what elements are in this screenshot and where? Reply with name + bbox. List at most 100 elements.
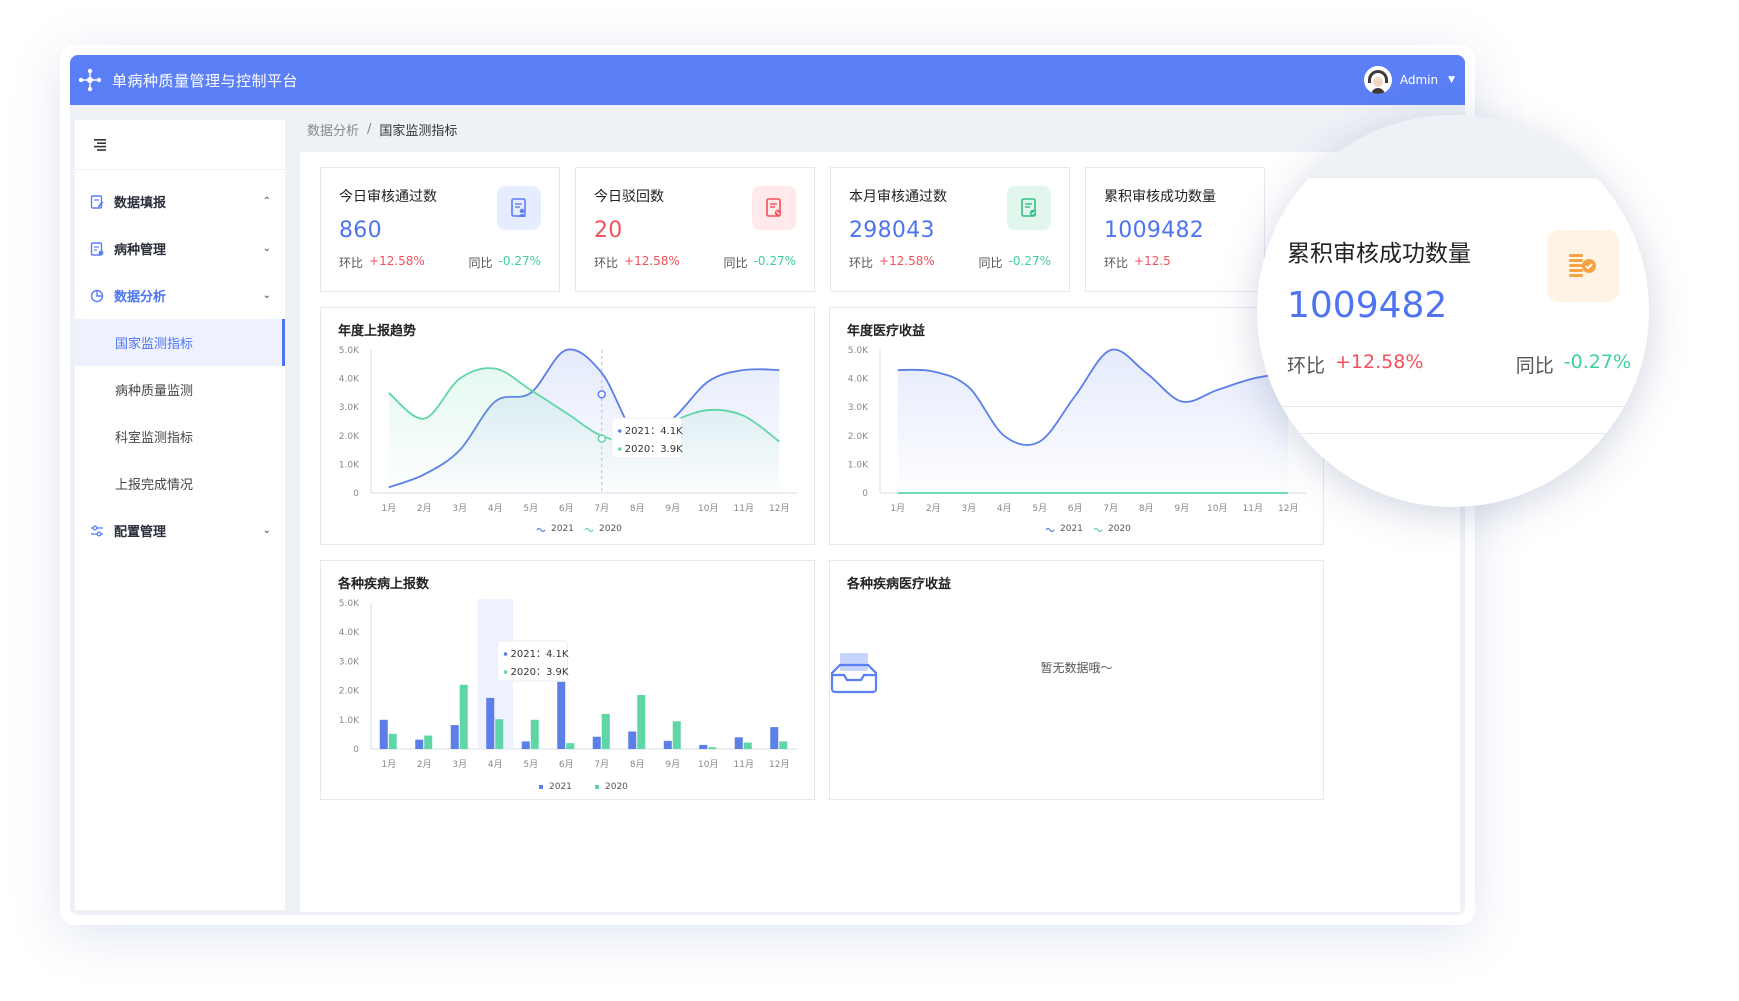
avatar[interactable] <box>1363 66 1392 94</box>
sidebar-toggle[interactable] <box>75 120 285 170</box>
magnified-stat-title: 累积审核成功数量 <box>1287 241 1471 267</box>
app-surface: 单病种质量管理与控制平台 Admin ▼ 数据填报 ⌃ 病种管理 ⌄ 数据分析 … <box>70 55 1465 915</box>
mom-value: +12.58% <box>369 254 425 268</box>
sidebar-item-configuration[interactable]: 配置管理 ⌄ <box>75 507 285 554</box>
disease-reports-chart[interactable]: 0 1.0K 2.0K 3.0K 4.0K 5.0K 1月 2月 3月 4月 5月 6月 7月 8月 9月 1… <box>321 561 816 801</box>
stat-card-today-rejected: 今日驳回数 20 环比 +12.58% 同比 -0.27% <box>575 167 815 292</box>
annual-income-chart[interactable]: 0 1.0K 2.0K 3.0K 4.0K 5.0K 1月 2月 3月 4月 5月 6月 7月 8月 9月 1… <box>830 308 1325 546</box>
yoy-value: -0.27% <box>498 254 541 268</box>
chart-title: 各种疾病医疗收益 <box>847 577 952 592</box>
y-tick-label: 1.0K <box>339 716 360 726</box>
chevron-down-icon: ⌄ <box>262 525 271 536</box>
legend-label: 2020 <box>605 782 628 792</box>
magnified-compare-row: 环比 +12.58% 同比 -0.27% <box>1287 351 1631 378</box>
bar-2020 <box>672 721 681 749</box>
bar-2021 <box>450 725 459 749</box>
sidebar-subitem-disease-quality[interactable]: 病种质量监测 <box>75 366 285 413</box>
empty-inbox-icon <box>830 653 878 694</box>
tooltip-point-2021 <box>597 390 606 399</box>
caret-down-icon[interactable]: ▼ <box>1448 75 1455 85</box>
bar-2021 <box>770 727 779 749</box>
tooltip-line: 2021：4.1K <box>511 649 569 660</box>
yoy-label: 同比 <box>1515 355 1554 377</box>
y-tick-label: 3.0K <box>339 657 360 667</box>
stat-value: 1009482 <box>1104 218 1205 243</box>
stat-card-month-approved: 本月审核通过数 298043 环比 +12.58% 同比 -0.27% <box>830 167 1070 292</box>
x-tick-label: 5月 <box>523 759 538 770</box>
x-tick-label: 12月 <box>769 503 789 514</box>
bar-2020 <box>530 719 539 749</box>
user-name[interactable]: Admin <box>1400 73 1438 87</box>
x-tick-label: 12月 <box>769 759 789 770</box>
breadcrumb: 数据分析 / 国家监测指标 <box>307 119 457 139</box>
sidebar-subitem-national-indicators[interactable]: 国家监测指标 <box>75 319 285 366</box>
y-tick-label: 5.0K <box>339 346 360 356</box>
x-tick-label: 10月 <box>1207 503 1227 514</box>
x-tick-label: 6月 <box>559 759 574 770</box>
mom-value: +12.58% <box>624 254 680 268</box>
sidebar-subitem-report-completion[interactable]: 上报完成情况 <box>75 460 285 507</box>
top-header: 单病种质量管理与控制平台 Admin ▼ <box>70 55 1465 105</box>
tooltip-line: 2020：3.9K <box>625 444 683 455</box>
document-user-icon <box>497 186 541 230</box>
sidebar-item-label: 数据分析 <box>114 290 167 305</box>
mom-label: 环比 <box>1287 355 1326 377</box>
user-menu[interactable]: Admin ▼ <box>1363 66 1455 94</box>
x-tick-label: 8月 <box>630 503 645 514</box>
x-tick-label: 1月 <box>381 759 396 770</box>
chart-card-annual-income: 年度医疗收益 0 1.0K 2.0K 3.0K 4.0K 5.0K 1月 2月 3月 4月 5月 6月… <box>829 307 1324 545</box>
pie-chart-icon <box>89 288 105 304</box>
sidebar-subitem-department-indicators[interactable]: 科室监测指标 <box>75 413 285 460</box>
mom-value: +12.58% <box>879 254 935 268</box>
y-tick-label: 0 <box>353 745 359 755</box>
y-tick-label: 5.0K <box>339 599 360 609</box>
document-reject-icon <box>752 186 796 230</box>
bar-2020 <box>459 684 468 749</box>
sidebar-item-disease-management[interactable]: 病种管理 ⌄ <box>75 225 285 272</box>
document-check-icon <box>1007 186 1051 230</box>
breadcrumb-parent[interactable]: 数据分析 <box>307 120 359 139</box>
x-tick-label: 1月 <box>381 503 396 514</box>
x-tick-label: 9月 <box>665 759 680 770</box>
y-tick-label: 3.0K <box>848 403 869 413</box>
bar-2020 <box>388 733 397 749</box>
sidebar-item-data-entry[interactable]: 数据填报 ⌃ <box>75 178 285 225</box>
x-tick-label: 5月 <box>1032 503 1047 514</box>
bar-2021 <box>734 737 743 749</box>
sidebar-item-data-analysis[interactable]: 数据分析 ⌄ <box>75 272 285 319</box>
y-tick-label: 0 <box>353 489 359 499</box>
bar-2020 <box>637 694 646 749</box>
x-tick-label: 11月 <box>734 759 754 770</box>
stage: 单病种质量管理与控制平台 Admin ▼ 数据填报 ⌃ 病种管理 ⌄ 数据分析 … <box>0 0 1739 1001</box>
logo-network-icon <box>76 66 104 94</box>
x-tick-label: 7月 <box>594 759 609 770</box>
yoy-label: 同比 <box>468 256 493 270</box>
x-tick-label: 7月 <box>594 503 609 514</box>
x-tick-label: 7月 <box>1103 503 1118 514</box>
sidebar-item-label: 配置管理 <box>114 525 167 540</box>
bar-2021 <box>379 719 388 749</box>
stat-compare-row: 环比 +12.58% 同比 -0.27% <box>594 254 796 271</box>
coins-check-icon <box>1547 230 1619 302</box>
menu-fold-icon[interactable] <box>91 138 107 152</box>
x-tick-label: 6月 <box>559 503 574 514</box>
x-tick-label: 10月 <box>698 759 718 770</box>
x-tick-label: 2月 <box>417 503 432 514</box>
x-tick-label: 6月 <box>1068 503 1083 514</box>
magnified-stat-card: 累积审核成功数量 1009482 环比 +12.58% 同比 -0.27% <box>1267 177 1647 407</box>
series-area-2021 <box>897 349 1289 493</box>
stat-compare-row: 环比 +12.58% 同比 -0.27% <box>339 254 541 271</box>
chart-card-disease-income: 各种疾病医疗收益 暂无数据哦～ <box>829 560 1324 800</box>
annual-trend-chart[interactable]: 0 1.0K 2.0K 3.0K 4.0K 5.0K 1月 2月 3月 4月 5月 6月 7月 8月 9月 1… <box>321 308 816 546</box>
legend-swatch <box>539 785 543 789</box>
sliders-icon <box>89 523 105 539</box>
y-tick-label: 4.0K <box>339 628 360 638</box>
x-tick-label: 12月 <box>1278 503 1298 514</box>
x-tick-label: 10月 <box>698 503 718 514</box>
chart-card-annual-trend: 年度上报趋势 0 1.0K 2.0K 3.0K 4.0K 5.0K 1月 2月 3月 4月 5月 6月… <box>320 307 815 545</box>
x-tick-label: 9月 <box>1174 503 1189 514</box>
tooltip-dot <box>617 429 622 433</box>
bar-2021 <box>557 681 566 749</box>
edit-document-icon <box>89 194 105 210</box>
sidebar-menu: 数据填报 ⌃ 病种管理 ⌄ 数据分析 ⌄ 国家监测指标 病种质量监测 科室监测指… <box>75 170 285 554</box>
